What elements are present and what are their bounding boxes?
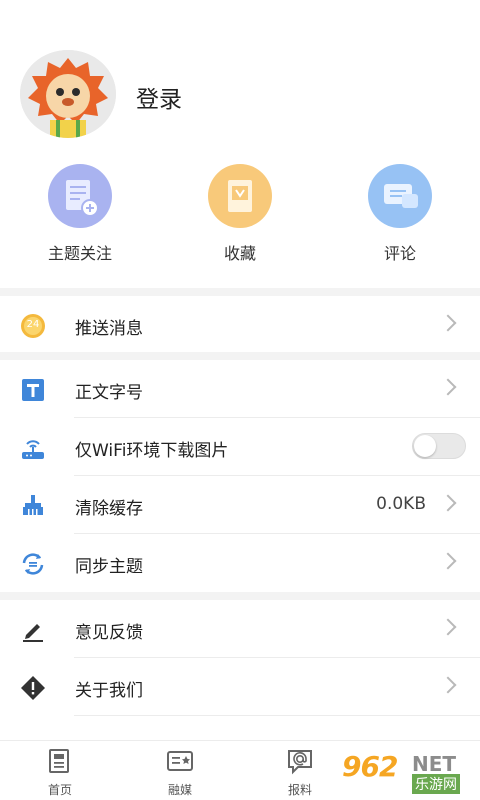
bookmark-icon <box>208 164 272 228</box>
setting-label: 推送消息 <box>75 319 143 339</box>
avatar[interactable] <box>20 50 116 138</box>
profile-header: 登录 <box>0 0 480 150</box>
quick-actions: 主题关注 收藏 评论 <box>0 160 480 270</box>
login-link[interactable]: 登录 <box>136 80 182 114</box>
quick-label: 评论 <box>383 244 416 263</box>
setting-label: 仅WiFi环境下载图片 <box>75 441 229 461</box>
toggle-knob <box>414 435 436 457</box>
setting-label: 关于我们 <box>75 681 143 701</box>
cache-size: 0.0KB <box>376 494 426 514</box>
text-size-icon <box>20 377 46 403</box>
setting-label: 意见反馈 <box>75 623 143 643</box>
lion-avatar-icon <box>20 50 116 138</box>
watermark-site: 乐游网 <box>412 774 460 794</box>
comment-icon <box>368 164 432 228</box>
quick-bookmark[interactable]: 收藏 <box>180 160 300 264</box>
setting-label: 同步主题 <box>75 557 143 577</box>
setting-label: 正文字号 <box>75 383 143 403</box>
router-icon <box>20 435 46 461</box>
watermark-logo: 962 NET 乐游网 <box>342 750 472 794</box>
chevron-right-icon <box>439 676 457 694</box>
chevron-right-icon <box>439 378 457 396</box>
topic-follow-icon <box>48 164 112 228</box>
news-icon <box>46 747 74 775</box>
tab-media[interactable]: 融媒 <box>120 747 240 798</box>
tab-label: 首页 <box>47 783 72 797</box>
quick-label: 主题关注 <box>47 244 112 263</box>
chevron-right-icon <box>439 552 457 570</box>
watermark-number: 962 <box>342 750 398 783</box>
chevron-right-icon <box>439 494 457 512</box>
push-badge-number: 24 <box>26 319 40 330</box>
info-diamond-icon <box>20 675 46 701</box>
watermark-net: NET <box>412 752 457 776</box>
push-badge-icon: 24 <box>20 313 46 339</box>
quick-label: 收藏 <box>223 244 256 263</box>
section-separator <box>0 592 480 600</box>
media-icon <box>166 747 194 775</box>
tab-label: 融媒 <box>167 783 192 797</box>
section-separator <box>0 352 480 360</box>
sync-icon <box>20 551 46 577</box>
setting-wifi-only: 仅WiFi环境下载图片 <box>0 418 480 476</box>
tab-home[interactable]: 首页 <box>0 747 120 798</box>
setting-label: 清除缓存 <box>75 499 143 519</box>
setting-sync-theme[interactable]: 同步主题 <box>0 534 480 592</box>
broom-icon <box>20 493 46 519</box>
setting-font-size[interactable]: 正文字号 <box>0 360 480 418</box>
edit-pencil-icon <box>20 617 46 643</box>
report-icon <box>286 747 314 775</box>
setting-about[interactable]: 关于我们 <box>0 658 480 716</box>
section-separator <box>0 288 480 296</box>
row-divider <box>74 715 480 716</box>
setting-feedback[interactable]: 意见反馈 <box>0 600 480 658</box>
quick-comment[interactable]: 评论 <box>340 160 460 264</box>
wifi-only-toggle[interactable] <box>412 433 466 459</box>
chevron-right-icon <box>439 314 457 332</box>
quick-topic-follow[interactable]: 主题关注 <box>20 160 140 264</box>
chevron-right-icon <box>439 618 457 636</box>
setting-clear-cache[interactable]: 清除缓存 0.0KB <box>0 476 480 534</box>
setting-push[interactable]: 24 推送消息 <box>0 296 480 354</box>
